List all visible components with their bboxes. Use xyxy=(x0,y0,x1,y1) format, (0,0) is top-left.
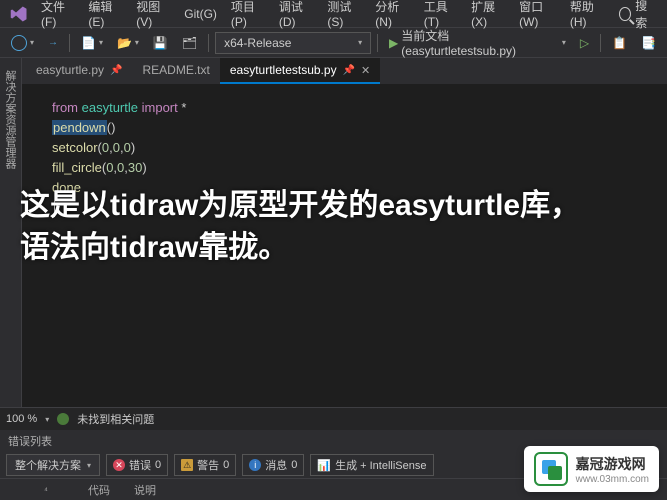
start-debug-button[interactable]: ▶ 当前文档(easyturtletestsub.py) ▾ xyxy=(384,24,571,61)
zoom-level[interactable]: 100 % xyxy=(6,413,37,425)
watermark: 嘉冠游戏网 www.03mm.com xyxy=(524,446,659,492)
editor-tabs: easyturtle.py 📌 README.txt easyturtletes… xyxy=(22,58,667,84)
open-file-button[interactable]: 📂▾ xyxy=(112,33,144,53)
search-label: 搜索 xyxy=(635,0,655,31)
save-all-button[interactable]: 🗂 xyxy=(177,33,202,53)
menu-edit[interactable]: 编辑(E) xyxy=(81,0,129,33)
overlay-line1: 这是以tidraw为原型开发的easyturtle库， xyxy=(20,185,580,227)
config-label: x64-Release xyxy=(224,36,291,50)
toolbar: ▾ → 📄▾ 📂▾ 💾 🗂 x64-Release ▾ ▶ 当前文档(easyt… xyxy=(0,28,667,58)
tab-label: easyturtletestsub.py xyxy=(230,63,337,77)
tab-label: easyturtle.py xyxy=(36,63,104,77)
menu-test[interactable]: 测试(S) xyxy=(320,0,368,33)
filter-warnings[interactable]: ⚠警告 0 xyxy=(174,454,236,476)
pin-icon[interactable]: 📌 xyxy=(110,65,122,76)
tab-easyturtle[interactable]: easyturtle.py 📌 xyxy=(26,58,133,84)
overlay-caption: 这是以tidraw为原型开发的easyturtle库， 语法向tidraw靠拢。 xyxy=(20,185,580,269)
tab-testsub[interactable]: easyturtletestsub.py 📌 ✕ xyxy=(220,58,380,84)
debug-step-button[interactable]: ▷ xyxy=(575,33,594,53)
col-desc[interactable]: 说明 xyxy=(134,482,156,498)
col-code[interactable]: 代码 xyxy=(88,482,110,498)
filter-build[interactable]: 📊生成 + IntelliSense xyxy=(310,454,433,476)
menu-view[interactable]: 视图(V) xyxy=(129,0,177,33)
nav-back-button[interactable]: ▾ xyxy=(6,32,39,54)
vs-logo-icon xyxy=(10,4,28,24)
filter-errors[interactable]: ✕错误 0 xyxy=(106,454,168,476)
menu-project[interactable]: 项目(P) xyxy=(224,0,272,33)
toolbar-icon-1[interactable]: 📋 xyxy=(607,33,632,53)
tab-label: README.txt xyxy=(143,63,210,77)
watermark-name: 嘉冠游戏网 xyxy=(576,454,649,474)
menu-debug[interactable]: 调试(D) xyxy=(272,0,321,33)
debug-target-label: 当前文档(easyturtletestsub.py) xyxy=(401,27,559,58)
status-msg: 未找到相关问题 xyxy=(77,411,154,427)
new-item-button[interactable]: 📄▾ xyxy=(76,33,108,53)
sidebar-tab-solution[interactable]: 解决方案资源管理器 xyxy=(0,62,20,177)
status-bar: 100 % ▾ 未找到相关问题 xyxy=(0,408,667,430)
play-icon: ▶ xyxy=(389,36,398,50)
save-button[interactable]: 💾 xyxy=(148,33,173,53)
config-dropdown[interactable]: x64-Release ▾ xyxy=(215,32,371,54)
close-icon[interactable]: ✕ xyxy=(361,64,370,77)
nav-fwd-button[interactable]: → xyxy=(43,34,63,51)
watermark-url: www.03mm.com xyxy=(576,474,649,485)
status-ok-icon xyxy=(57,413,69,425)
search-icon xyxy=(619,7,631,21)
overlay-line2: 语法向tidraw靠拢。 xyxy=(20,227,580,269)
tab-readme[interactable]: README.txt xyxy=(133,58,220,84)
toolbar-icon-2[interactable]: 📑 xyxy=(636,33,661,53)
watermark-logo-icon xyxy=(534,452,568,486)
menu-git[interactable]: Git(G) xyxy=(177,3,224,25)
filter-messages[interactable]: i消息 0 xyxy=(242,454,304,476)
chevron-down-icon: ▾ xyxy=(358,38,362,47)
global-search[interactable]: 搜索 xyxy=(611,0,663,31)
pin-icon[interactable]: 📌 xyxy=(343,65,355,76)
error-scope-dropdown[interactable]: 整个解决方案▾ xyxy=(6,454,100,476)
menu-file[interactable]: 文件(F) xyxy=(34,0,81,33)
